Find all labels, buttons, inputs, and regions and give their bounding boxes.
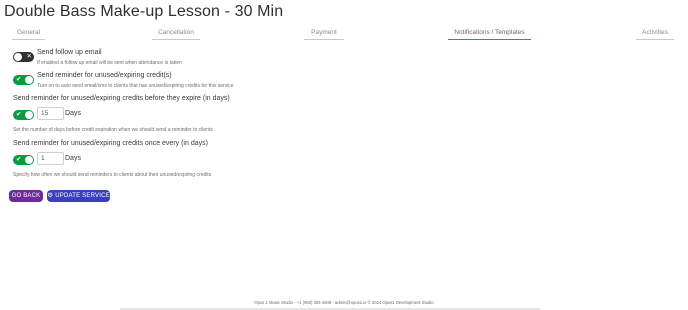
follow-up-label: Send follow up email [37,49,102,56]
tab-payment[interactable]: Payment [304,29,344,40]
check-icon: ✔ [16,156,22,163]
toggle-knob [25,111,33,119]
gear-icon: ⚙ [47,192,54,199]
follow-up-toggle[interactable]: ✕ [13,52,34,62]
toggle-knob [14,53,22,61]
check-icon: ✔ [16,111,22,118]
follow-up-help: If enabled a follow up email will be sen… [37,60,182,66]
once-every-help: Specify how often we should send reminde… [13,172,212,178]
toggle-knob [25,156,33,164]
toggle-knob [25,76,33,84]
before-expire-label: Send reminder for unused/expiring credit… [13,95,230,102]
tab-notifications-templates[interactable]: Notifications / Templates [448,29,531,40]
once-every-unit: Days [65,155,81,162]
tab-activities[interactable]: Activities [636,29,674,40]
update-service-button[interactable]: ⚙ UPDATE SERVICE [47,190,110,202]
once-every-label: Send reminder for unused/expiring credit… [13,140,208,147]
footer-text: Opus 1 Music Studio - +1 (650) 384-4848 … [254,300,434,305]
before-expire-unit: Days [65,110,81,117]
tab-cancellation[interactable]: Cancellation [152,29,200,40]
reminder-help: Turn on to auto send email/sms to client… [37,83,234,89]
check-icon: ✔ [16,76,22,83]
once-every-toggle[interactable]: ✔ [13,155,34,165]
go-back-button[interactable]: GO BACK [9,190,43,202]
before-expire-days-input[interactable]: 15 [37,107,64,120]
before-expire-toggle[interactable]: ✔ [13,110,34,120]
close-icon: ✕ [26,53,32,60]
tab-general[interactable]: General [12,29,45,40]
page-title: Double Bass Make-up Lesson - 30 Min [4,3,284,20]
once-every-days-input[interactable]: 1 [37,152,64,165]
before-expire-help: Set the number of days before credit exp… [13,127,213,133]
reminder-label: Send reminder for unused/expiring credit… [37,72,172,79]
reminder-toggle[interactable]: ✔ [13,75,34,85]
update-service-label: UPDATE SERVICE [55,193,110,199]
